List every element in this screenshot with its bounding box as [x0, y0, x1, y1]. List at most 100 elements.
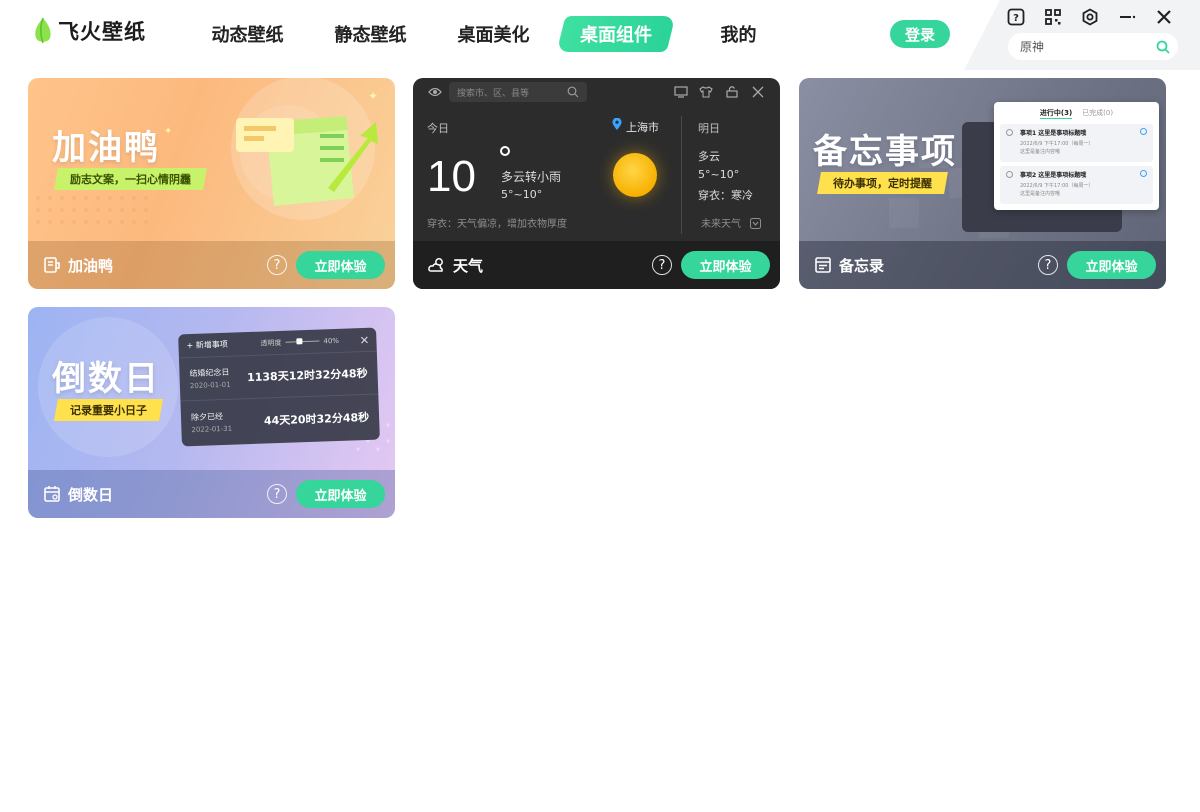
opacity-slider[interactable] [285, 338, 320, 345]
cloud-sun-icon [428, 258, 443, 272]
banner-tagline-text: 待办事项，定时提醒 [833, 177, 932, 190]
opacity-slider-thumb[interactable] [295, 338, 303, 345]
close-icon[interactable] [360, 335, 368, 343]
weather-condition: 多云转小雨 [501, 170, 562, 184]
memo-tab-active[interactable]: 进行中(3) [1039, 108, 1073, 119]
memo-preview-panel: 进行中(3) 已完成(0) 事项1 这里是事项标题哦 2022/6/9 下午17… [994, 102, 1159, 210]
tab-label: 动态壁纸 [211, 25, 284, 46]
search-icon [567, 86, 579, 98]
widget-card-memo[interactable]: 备忘事项 待办事项，定时提醒 进行中(3) 已完成(0) 事项1 这里是事项标题… [799, 78, 1166, 289]
countdown-preview-panel: + 新增事项 透明度 40% 结婚纪念日 2020-01-01 1138天12时… [178, 327, 380, 447]
opacity-label: 透明度 [260, 338, 282, 348]
card-footer: 加油鸭 ? 立即体验 [28, 241, 395, 289]
close-icon[interactable] [752, 86, 764, 98]
countdown-event-row[interactable]: 除夕已经 2022-01-31 44天20时32分48秒 [180, 395, 379, 445]
close-icon[interactable] [1152, 6, 1176, 28]
memo-item-title: 事项2 这里是事项标题哦 [1020, 172, 1087, 179]
shirt-icon[interactable] [699, 86, 713, 98]
search-icon[interactable] [1156, 40, 1170, 54]
window-controls: ? [1004, 6, 1176, 28]
memo-icon [815, 257, 831, 273]
eye-icon[interactable] [428, 86, 442, 98]
banner-tagline: 记录重要小日子 [54, 399, 163, 421]
app-name: 飞火壁纸 [58, 20, 146, 44]
lock-icon[interactable] [725, 85, 739, 98]
event-elapsed: 1138天12时32分48秒 [246, 366, 368, 385]
search-box [1008, 33, 1178, 60]
question-icon[interactable]: ? [1038, 255, 1058, 275]
weather-location: 上海市 [626, 121, 659, 134]
weather-tomorrow-dress: 穿衣：寒冷 [698, 189, 753, 202]
question-icon[interactable]: ? [652, 255, 672, 275]
try-now-button[interactable]: 立即体验 [681, 251, 770, 279]
minimize-icon[interactable] [1115, 6, 1139, 28]
help-icon[interactable]: ? [1004, 6, 1028, 28]
weather-today-label: 今日 [427, 122, 449, 135]
svg-text:✦: ✦ [368, 89, 378, 103]
chevron-down-icon[interactable] [750, 218, 761, 229]
tab-label: 静态壁纸 [334, 25, 407, 46]
question-icon[interactable]: ? [267, 484, 287, 504]
event-elapsed: 44天20时32分48秒 [263, 410, 370, 428]
banner-title: 加油鸭 [52, 128, 160, 168]
card-footer: 天气 ? 立即体验 [413, 241, 780, 289]
widget-card-countdown[interactable]: 倒数日 记录重要小日子 + 新增事项 透明度 40% 结婚纪念日 2020-01… [28, 307, 395, 518]
duck-widget-icon [44, 257, 60, 273]
settings-icon[interactable] [1078, 6, 1102, 28]
main-nav: 动态壁纸 静态壁纸 桌面美化 桌面组件 我的 [186, 14, 800, 54]
widget-card-duck[interactable]: ✦ ✦ 加油鸭 励志文案，一扫心情阴霾 加油鸭 ? 立即体验 [28, 78, 395, 289]
tab-label: 桌面美化 [457, 25, 530, 46]
search-input[interactable] [1020, 39, 1156, 54]
tab-mine[interactable]: 我的 [677, 14, 800, 54]
try-now-button[interactable]: 立即体验 [296, 251, 385, 279]
try-now-button[interactable]: 立即体验 [1067, 251, 1156, 279]
info-icon[interactable] [1140, 170, 1147, 177]
weather-temperature: 10 [427, 152, 476, 201]
memo-item[interactable]: 事项1 这里是事项标题哦 2022/6/9 下午17:00（每周一） 这里是备注… [1000, 124, 1153, 162]
memo-item[interactable]: 事项2 这里是事项标题哦 2022/6/9 下午17:00（每周一） 这里是备注… [1000, 166, 1153, 204]
card-title: 倒数日 [68, 485, 114, 504]
app-logo[interactable]: 飞火壁纸 [32, 16, 146, 46]
memo-item-title: 事项1 这里是事项标题哦 [1020, 130, 1087, 137]
tab-desktop-widgets[interactable]: 桌面组件 [556, 16, 676, 52]
widget-card-weather[interactable]: 搜索市、区、县等 今日 上海市 10 多云转小雨 5°~10° 穿衣：天气偏凉，… [413, 78, 780, 289]
card-title: 备忘录 [839, 256, 885, 275]
banner-tagline: 待办事项，定时提醒 [817, 172, 948, 194]
login-button[interactable]: 登录 [890, 20, 950, 48]
tab-label: 我的 [720, 25, 757, 46]
monitor-icon[interactable] [674, 86, 688, 98]
weather-dress-tip: 穿衣：天气偏凉，增加衣物厚度 [427, 219, 567, 230]
event-date: 2020-01-01 [189, 380, 231, 391]
weather-search-placeholder: 搜索市、区、县等 [457, 88, 530, 99]
weather-tomorrow-range: 5°~10° [698, 168, 740, 181]
checkbox-icon[interactable] [1006, 171, 1013, 178]
checkbox-icon[interactable] [1006, 129, 1013, 136]
tab-label: 桌面组件 [580, 25, 652, 46]
top-bar: 飞火壁纸 动态壁纸 静态壁纸 桌面美化 桌面组件 我的 登录 ? [0, 0, 1200, 70]
info-icon[interactable] [1140, 128, 1147, 135]
add-event-button[interactable]: + 新增事项 [186, 338, 260, 352]
tab-dynamic-wallpaper[interactable]: 动态壁纸 [186, 14, 309, 54]
memo-tab-done[interactable]: 已完成(0) [1082, 108, 1113, 119]
tab-static-wallpaper[interactable]: 静态壁纸 [309, 14, 432, 54]
banner-tagline-text: 记录重要小日子 [70, 404, 147, 417]
weather-future-link[interactable]: 未来天气 [701, 215, 741, 230]
qr-code-icon[interactable] [1041, 6, 1065, 28]
tab-desktop-beautify[interactable]: 桌面美化 [432, 14, 555, 54]
degree-symbol [500, 146, 510, 156]
question-icon[interactable]: ? [267, 255, 287, 275]
countdown-event-row[interactable]: 结婚纪念日 2020-01-01 1138天12时32分48秒 [178, 351, 379, 402]
event-name: 结婚纪念日 [189, 367, 230, 379]
banner-title: 备忘事项 [813, 132, 957, 172]
weather-tomorrow-condition: 多云 [698, 150, 720, 163]
memo-item-note: 这里是备注内容哦 [1020, 191, 1061, 197]
weather-tomorrow-label: 明日 [698, 122, 720, 135]
banner-tagline-text: 励志文案，一扫心情阴霾 [70, 173, 191, 186]
try-now-button[interactable]: 立即体验 [296, 480, 385, 508]
weather-search-field[interactable]: 搜索市、区、县等 [449, 82, 587, 102]
memo-item-time: 2022/6/9 下午17:00（每周一） [1020, 183, 1094, 189]
memo-tabs: 进行中(3) 已完成(0) [1000, 108, 1153, 119]
leaf-logo-icon [35, 17, 51, 44]
card-title: 天气 [453, 256, 484, 275]
event-name: 除夕已经 [190, 411, 224, 422]
